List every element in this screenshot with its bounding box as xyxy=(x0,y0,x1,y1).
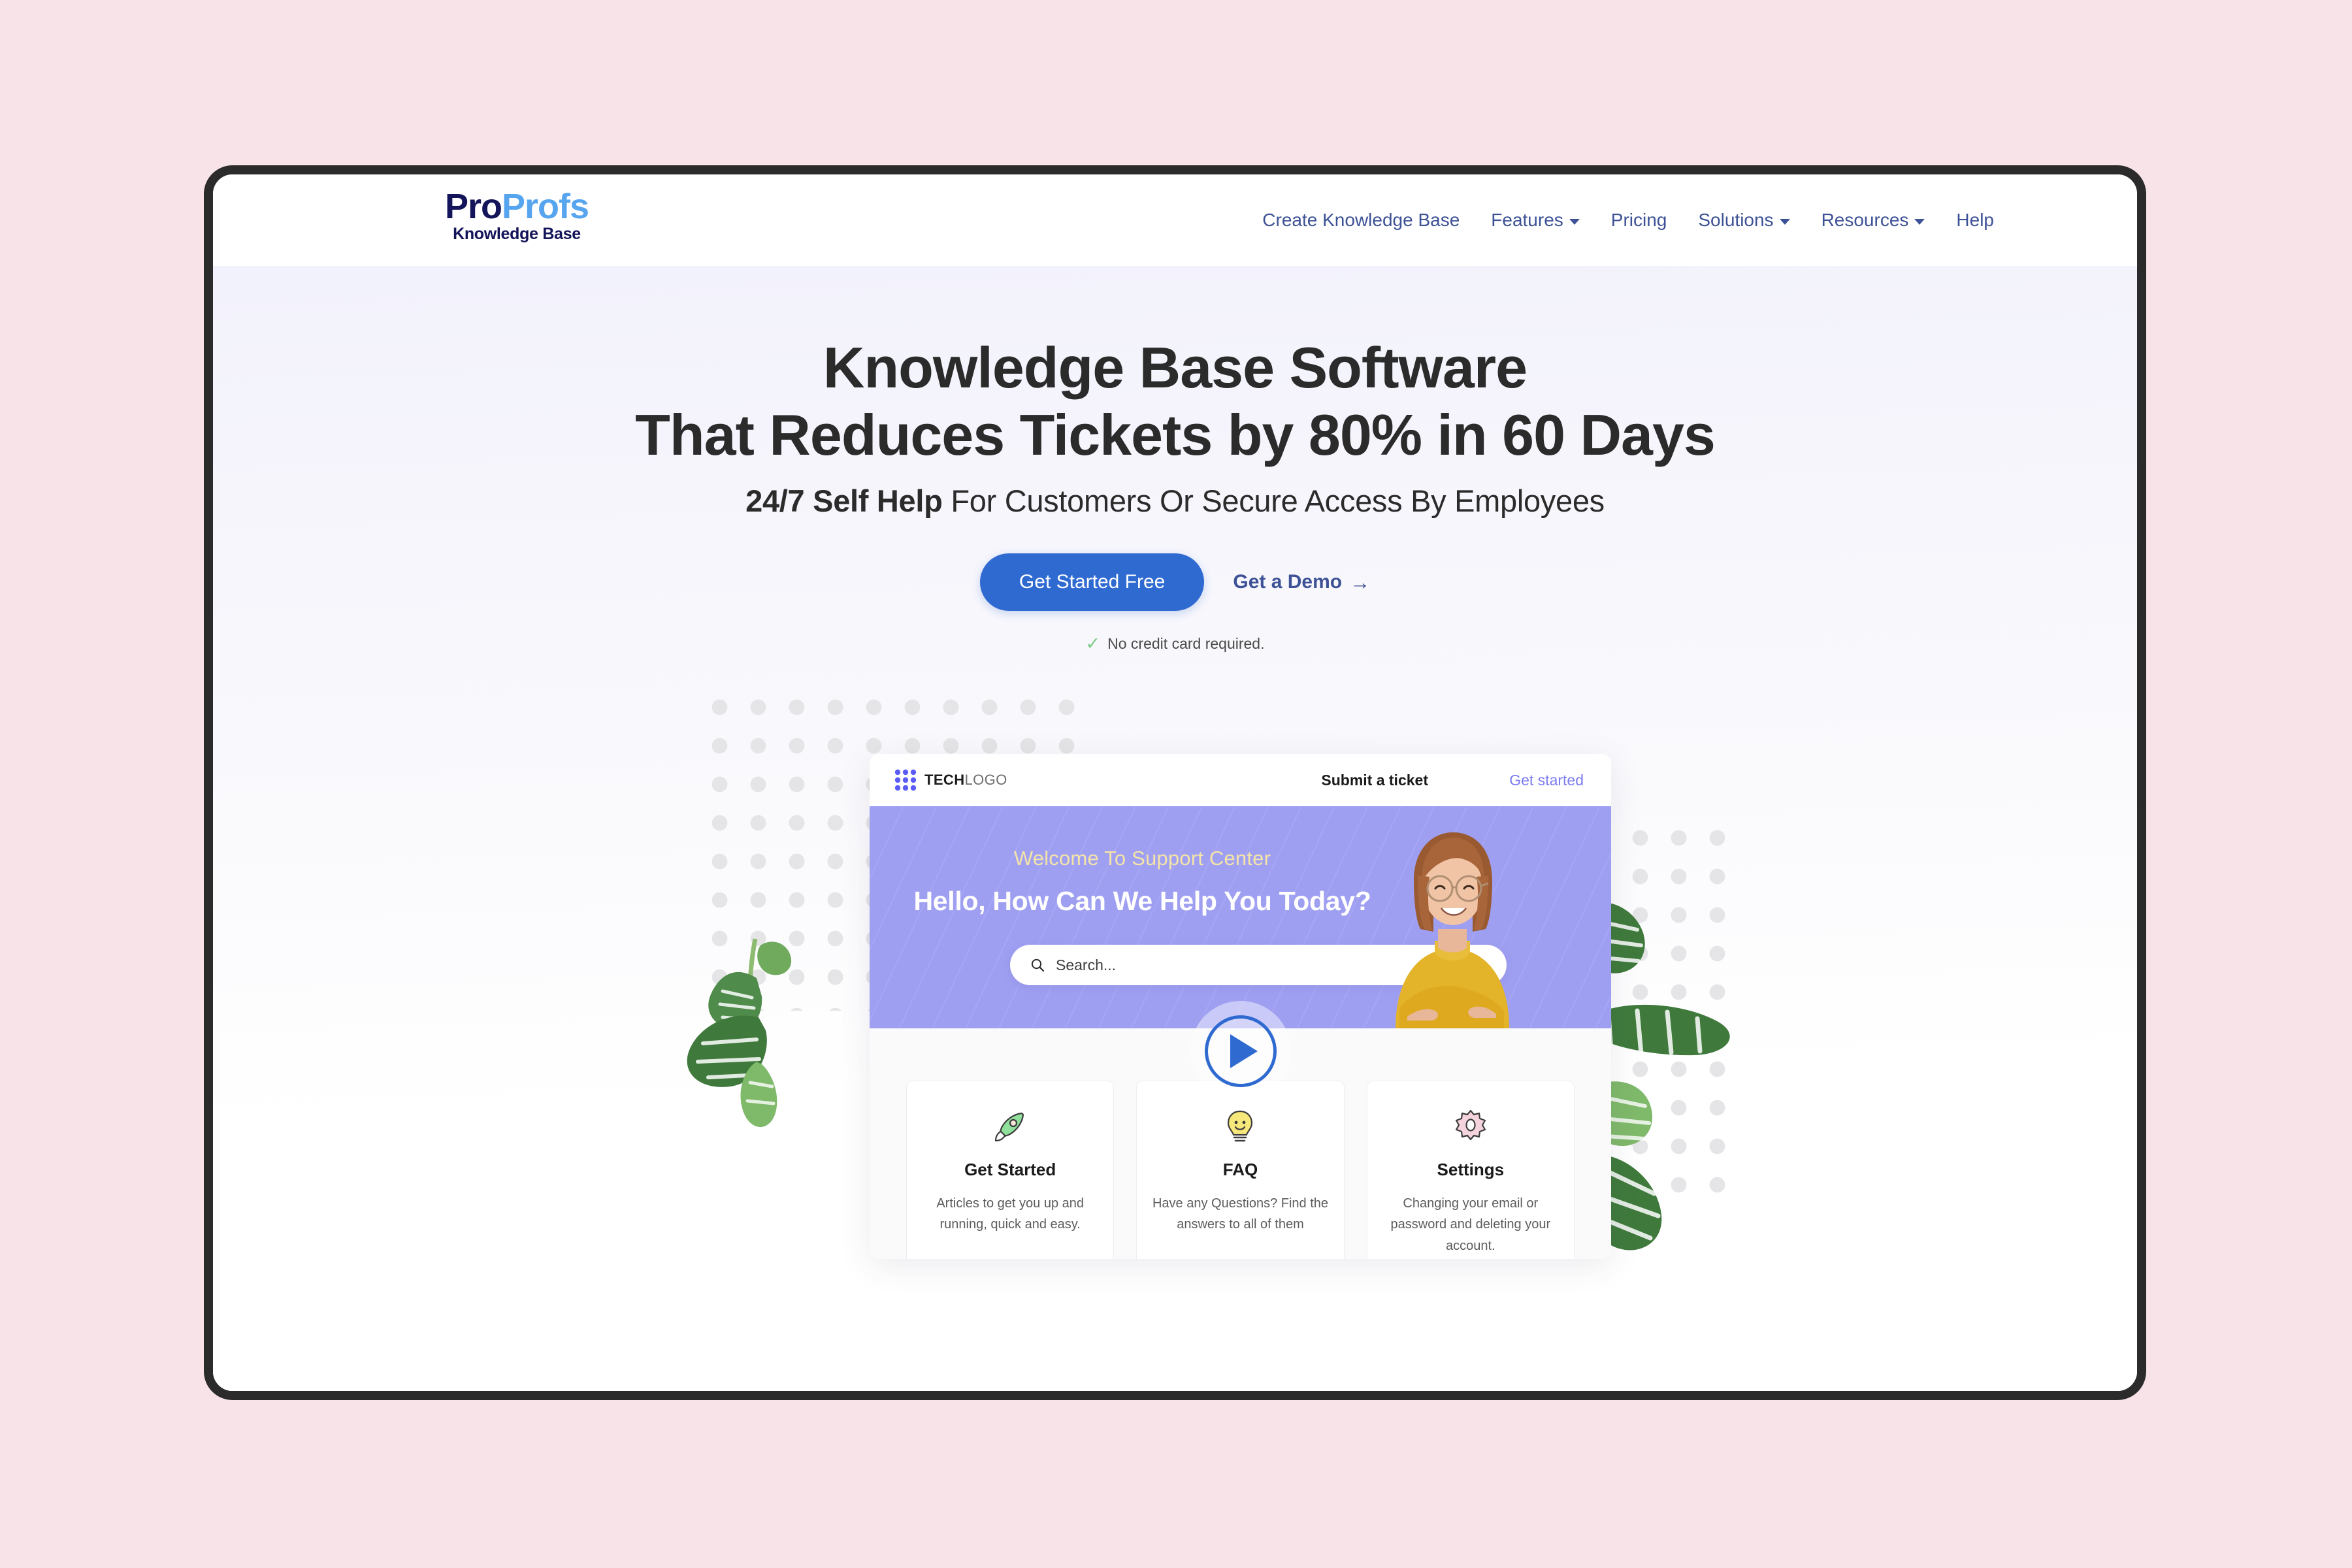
headline-line-2: That Reduces Tickets by 80% in 60 Days xyxy=(635,402,1716,467)
nav-label: Solutions xyxy=(1698,210,1774,230)
headline-line-1: Knowledge Base Software xyxy=(823,335,1527,400)
techlogo-grid-icon xyxy=(894,769,917,791)
card-settings[interactable]: Settings Changing your email or password… xyxy=(1366,1081,1575,1259)
card-title: Settings xyxy=(1437,1160,1505,1179)
nav-label: Pricing xyxy=(1610,210,1667,230)
no-credit-card-note: ✓ No credit card required. xyxy=(213,635,2137,653)
nav-item-help[interactable]: Help xyxy=(1940,210,2010,231)
mockup-hero-banner: Welcome To Support Center Hello, How Can… xyxy=(870,806,1611,1028)
nav-item-pricing[interactable]: Pricing xyxy=(1595,210,1683,231)
mockup-card-row: Get Started Articles to get you up and r… xyxy=(906,1081,1575,1259)
lightbulb-icon xyxy=(1151,1105,1329,1148)
techlogo-light: LOGO xyxy=(964,772,1007,788)
nav-label: Features xyxy=(1491,210,1563,230)
get-a-demo-label: Get a Demo xyxy=(1233,571,1343,593)
card-faq[interactable]: FAQ Have any Questions? Find the answers… xyxy=(1136,1081,1345,1259)
no-credit-card-text: No credit card required. xyxy=(1107,635,1265,652)
techlogo-brand[interactable]: TECHLOGO xyxy=(894,754,1007,806)
nav-item-solutions[interactable]: Solutions xyxy=(1682,210,1805,231)
main-nav: Create Knowledge Base Features Pricing S… xyxy=(1247,174,2010,266)
chevron-down-icon xyxy=(1569,218,1580,225)
card-description: Have any Questions? Find the answers to … xyxy=(1152,1196,1329,1232)
device-frame: ProProfs Knowledge Base Create Knowledge… xyxy=(204,165,2146,1400)
knowledge-base-mockup: TECHLOGO Submit a ticket Get started Wel… xyxy=(870,754,1611,1259)
site-header: ProProfs Knowledge Base Create Knowledge… xyxy=(213,174,2137,266)
product-mockup-stage: TECHLOGO Submit a ticket Get started Wel… xyxy=(687,684,1730,1259)
arrow-right-icon: → xyxy=(1350,570,1371,594)
nav-label: Create Knowledge Base xyxy=(1262,210,1460,230)
hero-section: Knowledge Base Software That Reduces Tic… xyxy=(213,266,2137,1391)
nav-item-create-knowledge-base[interactable]: Create Knowledge Base xyxy=(1247,210,1475,231)
nav-label: Resources xyxy=(1821,210,1909,230)
chevron-down-icon xyxy=(1779,218,1790,225)
rocket-icon xyxy=(921,1105,1099,1148)
check-icon: ✓ xyxy=(1085,634,1101,653)
subheadline-strong: 24/7 Self Help xyxy=(745,483,943,518)
brand-name-pro: Pro xyxy=(444,187,502,226)
card-title: FAQ xyxy=(1222,1160,1258,1179)
subheadline-rest: For Customers Or Secure Access By Employ… xyxy=(942,483,1605,518)
play-video-button[interactable] xyxy=(1204,1015,1277,1087)
nav-label: Help xyxy=(1956,210,1994,230)
gear-icon xyxy=(1382,1105,1560,1148)
cta-row: Get Started Free Get a Demo → xyxy=(213,553,2137,611)
play-icon xyxy=(1230,1034,1258,1068)
card-get-started[interactable]: Get Started Articles to get you up and r… xyxy=(906,1081,1115,1259)
nav-item-features[interactable]: Features xyxy=(1475,210,1595,231)
get-a-demo-link[interactable]: Get a Demo → xyxy=(1233,571,1370,593)
device-screen: ProProfs Knowledge Base Create Knowledge… xyxy=(213,174,2137,1391)
card-description: Changing your email or password and dele… xyxy=(1390,1196,1551,1253)
brand-subtitle: Knowledge Base xyxy=(453,225,581,243)
banner-welcome-text: Welcome To Support Center xyxy=(1013,847,1271,870)
search-placeholder-text: Search... xyxy=(1056,956,1117,973)
brand-name-profs: Profs xyxy=(501,187,589,226)
mockup-get-started-link[interactable]: Get started xyxy=(1509,754,1584,806)
support-agent-photo xyxy=(1396,832,1509,1028)
mockup-topbar: TECHLOGO Submit a ticket Get started xyxy=(870,754,1611,806)
banner-hello-heading: Hello, How Can We Help You Today? xyxy=(913,886,1371,916)
chevron-down-icon xyxy=(1914,218,1925,225)
card-description: Articles to get you up and running, quic… xyxy=(936,1196,1085,1232)
nav-item-resources[interactable]: Resources xyxy=(1806,210,1941,231)
brand-logo[interactable]: ProProfs Knowledge Base xyxy=(432,189,602,242)
techlogo-text: TECHLOGO xyxy=(924,772,1007,789)
search-icon xyxy=(1031,958,1045,972)
get-started-free-button[interactable]: Get Started Free xyxy=(979,553,1205,611)
hero-subheadline: 24/7 Self Help For Customers Or Secure A… xyxy=(213,483,2137,519)
submit-a-ticket-link[interactable]: Submit a ticket xyxy=(1321,754,1428,806)
card-title: Get Started xyxy=(964,1160,1056,1179)
page-title: Knowledge Base Software That Reduces Tic… xyxy=(213,335,2137,469)
techlogo-bold: TECH xyxy=(924,772,965,788)
